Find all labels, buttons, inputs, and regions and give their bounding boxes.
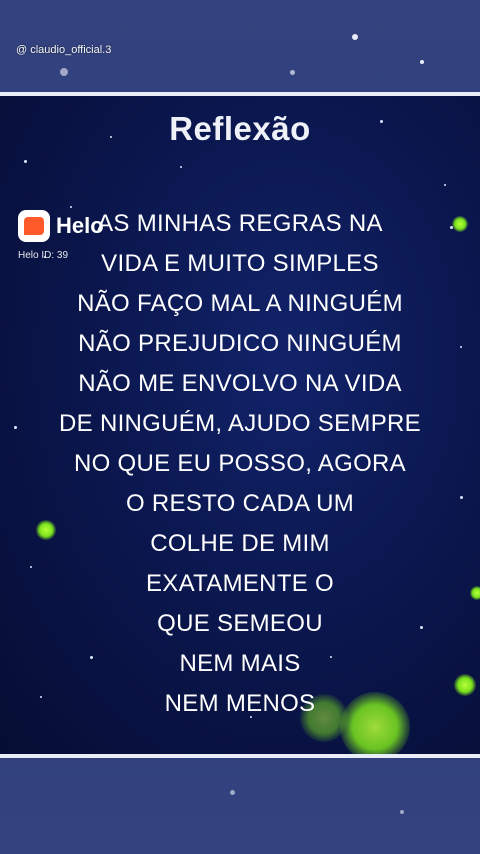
background-star	[60, 68, 68, 76]
background-star	[290, 70, 295, 75]
poem-line: NO QUE EU POSSO, AGORA	[73, 450, 406, 477]
background-star	[400, 810, 404, 814]
reflection-card: Reflexão AS MINHAS REGRAS NA VIDA E MUIT…	[0, 92, 480, 758]
background-star	[230, 790, 235, 795]
tiktok-watermark: @ claudio_official.3	[16, 44, 112, 56]
background-star	[352, 34, 358, 40]
poem-line: COLHE DE MIM	[150, 530, 330, 557]
poem-line: NÃO FAÇO MAL A NINGUÉM	[77, 290, 403, 317]
helo-id: Helo ID: 39	[18, 250, 69, 261]
poem-line: O RESTO CADA UM	[125, 490, 355, 517]
helo-name: Helo	[56, 213, 104, 238]
helo-logo-icon	[18, 210, 50, 242]
poem-line: NÃO ME ENVOLVO NA VIDA	[78, 370, 402, 397]
star	[444, 184, 446, 186]
poem-line: NÃO PREJUDICO NINGUÉM	[78, 330, 402, 357]
star	[24, 160, 27, 163]
helo-watermark: Helo	[18, 210, 104, 242]
card-title: Reflexão	[169, 110, 311, 147]
poem-line: EXATAMENTE O	[145, 570, 335, 597]
star	[180, 166, 182, 168]
poem-line: VIDA E MUITO SIMPLES	[101, 250, 379, 277]
background-star	[420, 60, 424, 64]
poem-text: AS MINHAS REGRAS NA VIDA E MUITO SIMPLES…	[0, 204, 480, 724]
video-frame: @ claudio_official.3 Reflexão AS MINHAS …	[0, 0, 480, 854]
poem-line: QUE SEMEOU	[157, 610, 323, 637]
poem-line: NEM MENOS	[164, 690, 316, 717]
poem-line: DE NINGUÉM, AJUDO SEMPRE	[59, 410, 421, 437]
poem-line: NEM MAIS	[179, 650, 301, 677]
